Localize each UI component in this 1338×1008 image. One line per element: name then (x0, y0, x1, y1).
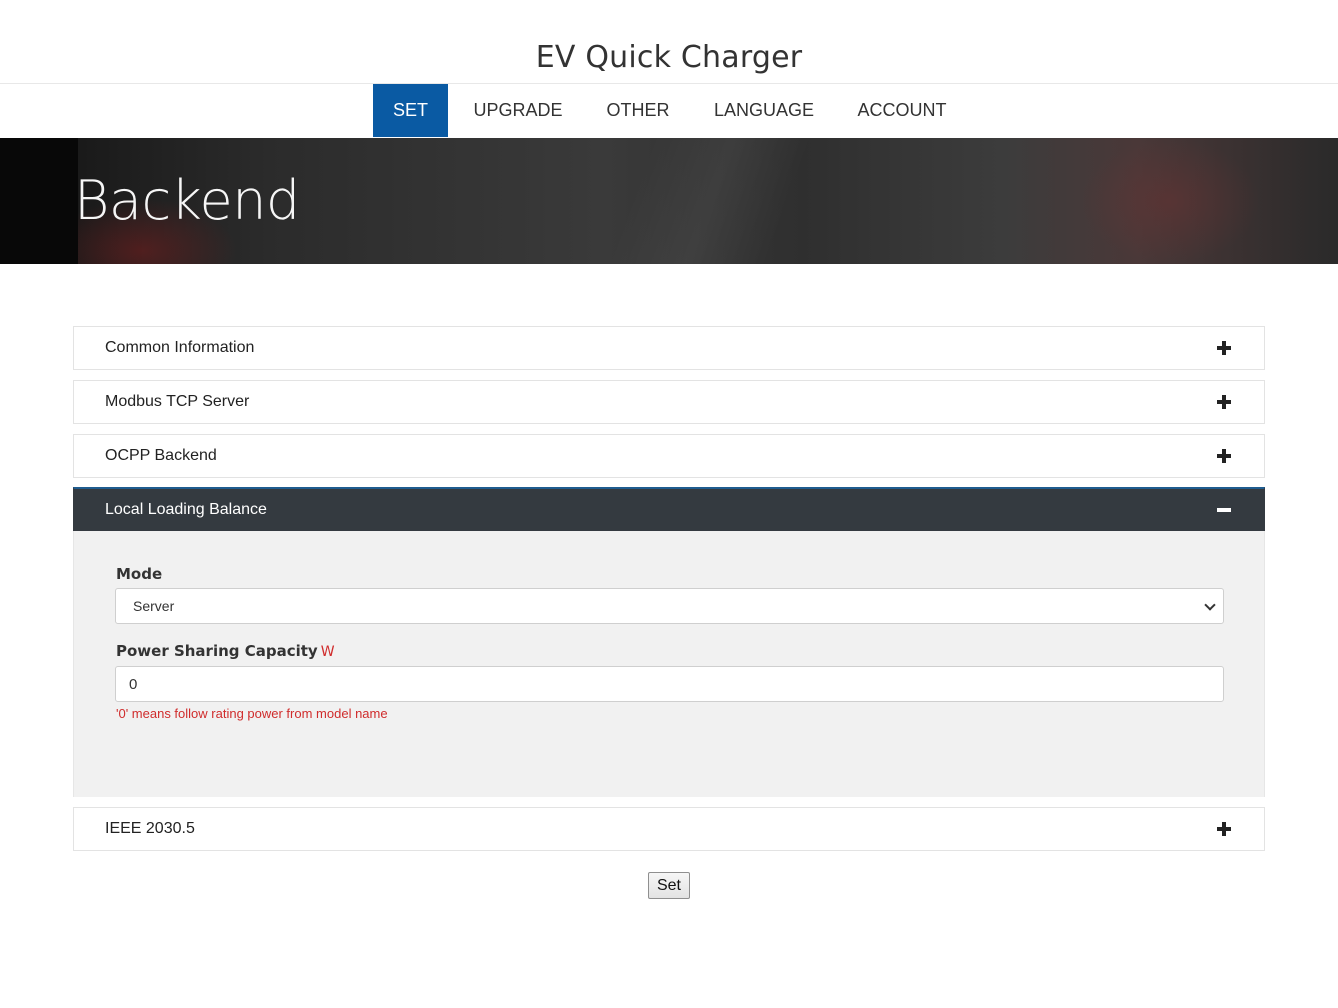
nav-item-account[interactable]: ACCOUNT (847, 84, 957, 137)
plus-icon-bar (1222, 395, 1226, 409)
plus-icon-bar (1222, 822, 1226, 836)
panel-common-information[interactable]: Common Information (73, 326, 1265, 370)
nav-item-language[interactable]: LANGUAGE (702, 84, 826, 137)
panel-title: Modbus TCP Server (105, 393, 250, 410)
power-sharing-capacity-label-text: Power Sharing Capacity (116, 642, 318, 660)
mode-label: Mode (116, 565, 163, 583)
main-nav: SET UPGRADE OTHER LANGUAGE ACCOUNT (0, 84, 1338, 138)
power-sharing-capacity-label: Power Sharing Capacity W (116, 642, 335, 660)
nav-item-set[interactable]: SET (373, 84, 448, 137)
plus-icon-bar (1222, 341, 1226, 355)
set-button[interactable]: Set (648, 872, 690, 899)
hero-background-shade (0, 138, 78, 264)
hero-banner: Backend (0, 138, 1338, 264)
mode-select-value: Server (133, 598, 175, 614)
panel-body-local-loading-balance: Mode Server Power Sharing CapacityW '0' … (73, 531, 1265, 797)
capacity-unit: W (320, 644, 335, 660)
panel-title: Common Information (105, 339, 255, 356)
page-title: Backend (74, 169, 300, 232)
nav-item-upgrade[interactable]: UPGRADE (460, 84, 576, 137)
plus-icon-bar (1222, 449, 1226, 463)
minus-icon[interactable] (1214, 500, 1234, 520)
panel-title: OCPP Backend (105, 447, 217, 464)
power-sharing-capacity-input[interactable] (115, 666, 1224, 702)
hero-background-shade (1080, 138, 1260, 264)
plus-icon[interactable] (1214, 338, 1234, 358)
minus-icon-bar (1217, 508, 1231, 512)
site-title: EV Quick Charger (535, 40, 803, 75)
chevron-down-icon (1204, 599, 1216, 611)
site-header: EV Quick Charger (0, 0, 1338, 84)
plus-icon[interactable] (1214, 392, 1234, 412)
panel-title: IEEE 2030.5 (105, 820, 195, 837)
panel-ocpp-backend[interactable]: OCPP Backend (73, 434, 1265, 478)
plus-icon[interactable] (1214, 446, 1234, 466)
panel-title: Local Loading Balance (105, 501, 267, 518)
nav-item-other[interactable]: OTHER (596, 84, 680, 137)
panel-local-loading-balance[interactable]: Local Loading Balance (73, 487, 1265, 531)
plus-icon[interactable] (1214, 819, 1234, 839)
panel-modbus-tcp-server[interactable]: Modbus TCP Server (73, 380, 1265, 424)
capacity-hint: '0' means follow rating power from model… (116, 706, 388, 721)
hero-background-shade (600, 138, 820, 264)
mode-select[interactable]: Server (115, 588, 1224, 624)
panel-ieee-2030-5[interactable]: IEEE 2030.5 (73, 807, 1265, 851)
